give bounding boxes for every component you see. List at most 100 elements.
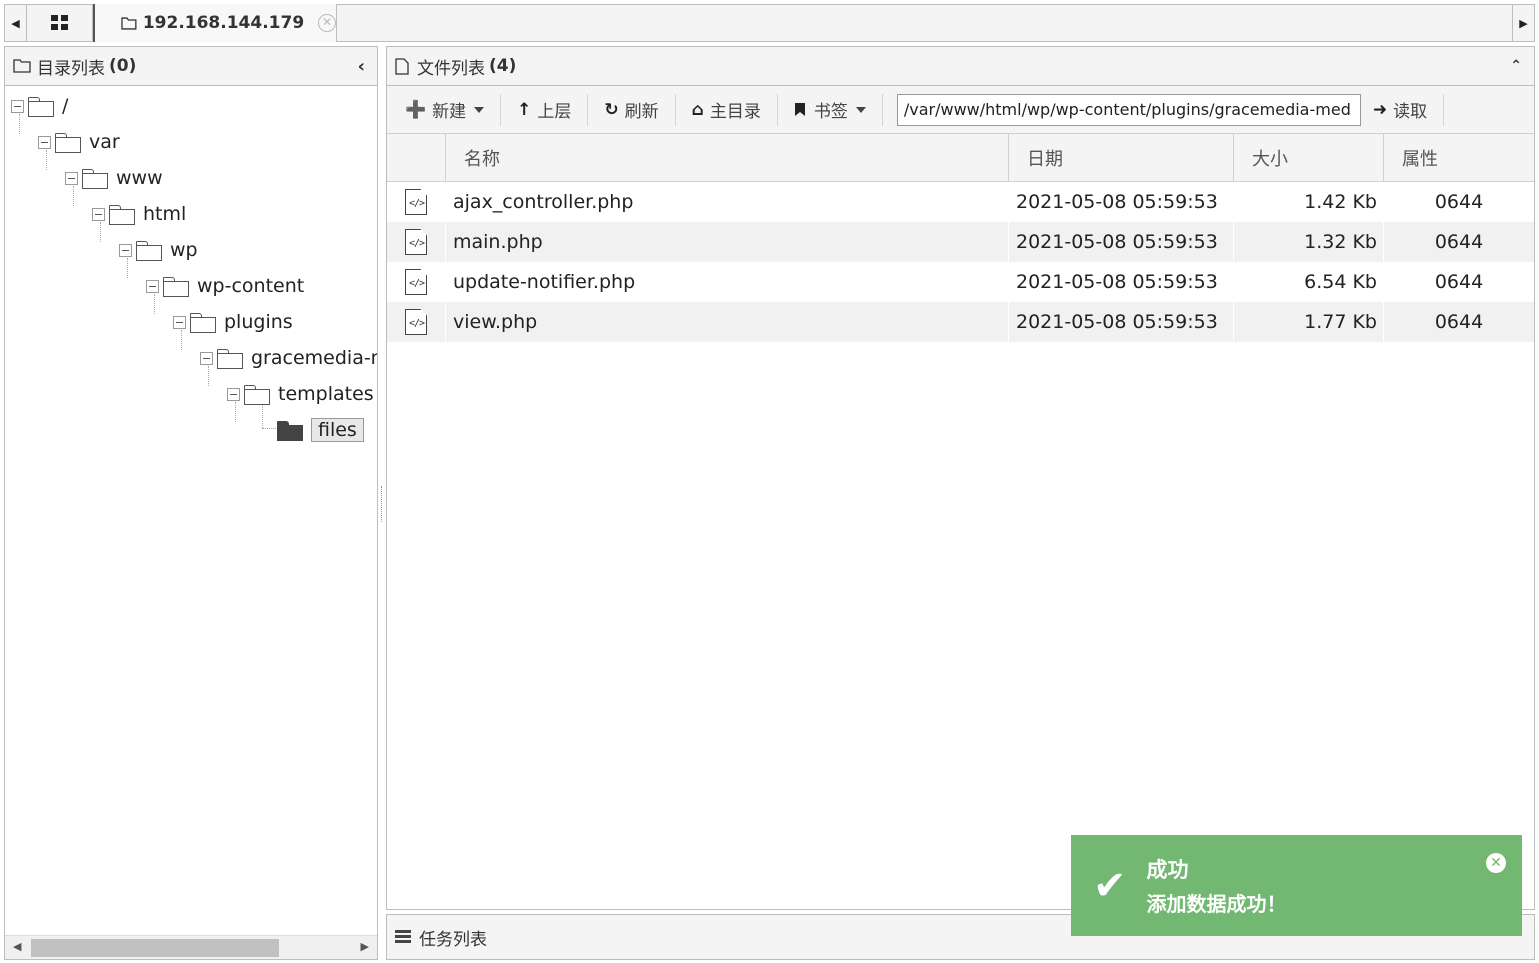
table-row[interactable]: </> update-notifier.php 2021-05-08 05:59… [387, 262, 1534, 302]
directory-count: (0) [109, 56, 137, 76]
file-size: 1.32 Kb [1234, 222, 1384, 262]
code-file-icon: </> [387, 262, 446, 302]
refresh-button[interactable]: ↻ 刷新 [592, 93, 670, 127]
tree-node-label: www [116, 167, 163, 189]
tab-connection[interactable]: 192.168.144.179 ✕ [93, 4, 337, 42]
tree-node-templates[interactable]: templates [227, 380, 374, 408]
tree-node-label: plugins [224, 311, 293, 333]
directory-panel-title: 目录列表 [37, 58, 105, 79]
tree-node-label: gracemedia-m [251, 347, 377, 369]
tab-scroll-right-button[interactable]: ▶ [1512, 5, 1534, 41]
close-icon[interactable]: ✕ [318, 14, 336, 32]
tree-node-label: wp [170, 239, 198, 261]
directory-panel-header: 目录列表 (0) ‹ [5, 47, 377, 86]
home-dir-button-label: 主目录 [709, 102, 761, 122]
refresh-button-label: 刷新 [624, 102, 659, 122]
tree-node-label: / [62, 95, 69, 117]
folder-icon [28, 97, 54, 117]
task-panel-title: 任务列表 [419, 929, 487, 950]
read-button[interactable]: ➜ 读取 [1361, 93, 1439, 127]
up-button[interactable]: ↑ 上层 [505, 93, 583, 127]
file-name: main.php [446, 222, 1009, 262]
new-button-label: 新建 [432, 102, 467, 122]
home-tab[interactable] [27, 5, 93, 41]
tree-node-label: templates [278, 383, 374, 405]
scroll-left-arrow-icon[interactable]: ◀ [13, 940, 21, 953]
file-name: update-notifier.php [446, 262, 1009, 302]
directory-tree: / var www html wp wp-content plugins gra… [5, 86, 377, 934]
table-row[interactable]: </> view.php 2021-05-08 05:59:53 1.77 Kb… [387, 302, 1534, 342]
code-file-icon: </> [387, 182, 446, 222]
toast-message: 添加数据成功！ [1146, 892, 1287, 916]
path-input[interactable] [896, 93, 1361, 126]
bookmark-icon [794, 103, 805, 116]
tree-node-www[interactable]: www [65, 164, 163, 192]
file-attr: 0644 [1434, 191, 1484, 213]
column-header-name[interactable]: 名称 [446, 134, 1009, 181]
collapse-toggle-icon[interactable] [92, 207, 105, 221]
task-list-icon [395, 930, 411, 944]
file-date: 2021-05-08 05:59:53 [1009, 302, 1234, 342]
file-panel: 文件列表 (4) ⌃ ➕ 新建 ↑ 上层 ↻ 刷新 ⌂ 主目录 书签 /var/… [386, 46, 1535, 910]
file-name: view.php [446, 302, 1009, 342]
collapse-toggle-icon[interactable] [38, 135, 51, 149]
column-header-attr[interactable]: 属性 [1384, 134, 1534, 181]
table-row[interactable]: </> ajax_controller.php 2021-05-08 05:59… [387, 182, 1534, 222]
file-toolbar: ➕ 新建 ↑ 上层 ↻ 刷新 ⌂ 主目录 书签 ➜ [387, 86, 1534, 134]
scroll-right-arrow-icon[interactable]: ▶ [361, 940, 369, 953]
collapse-toggle-icon[interactable] [173, 315, 186, 329]
column-header-date[interactable]: 日期 [1009, 134, 1234, 181]
caret-down-icon [474, 106, 485, 113]
caret-down-icon [855, 106, 866, 113]
file-date: 2021-05-08 05:59:53 [1009, 182, 1234, 222]
code-file-icon: </> [387, 302, 446, 342]
chevron-up-icon[interactable]: ⌃ [1510, 58, 1522, 74]
tree-node-files[interactable]: files [277, 416, 364, 444]
tab-bar: ◀ 192.168.144.179 ✕ ▶ [4, 4, 1535, 42]
folder-icon [217, 349, 243, 369]
file-date: 2021-05-08 05:59:53 [1009, 262, 1234, 302]
chevron-left-icon[interactable]: ‹ [358, 56, 365, 77]
toast-title: 成功 [1146, 858, 1189, 882]
tree-node-plugins[interactable]: plugins [173, 308, 293, 336]
horizontal-scrollbar[interactable]: ◀ ▶ [5, 935, 377, 959]
bookmark-button[interactable]: 书签 [782, 93, 878, 127]
file-size: 1.77 Kb [1234, 302, 1384, 342]
collapse-toggle-icon[interactable] [227, 387, 240, 401]
close-icon[interactable]: ✕ [1486, 853, 1506, 873]
tree-node-root[interactable]: / [11, 92, 68, 120]
column-header-icon [387, 134, 446, 181]
folder-icon [244, 385, 270, 405]
tree-node-html[interactable]: html [92, 200, 186, 228]
tree-node-gracemedia[interactable]: gracemedia-m [200, 344, 377, 372]
file-size: 1.42 Kb [1234, 182, 1384, 222]
panel-splitter[interactable] [378, 46, 386, 960]
folder-icon [82, 169, 108, 189]
scrollbar-thumb[interactable] [31, 939, 279, 957]
tree-node-var[interactable]: var [38, 128, 120, 156]
collapse-toggle-icon[interactable] [119, 243, 132, 257]
collapse-toggle-icon[interactable] [200, 351, 213, 365]
folder-icon [121, 16, 137, 30]
file-grid-header: 名称 日期 大小 属性 [387, 134, 1534, 182]
home-dir-button[interactable]: ⌂ 主目录 [680, 93, 773, 127]
tab-scroll-left-button[interactable]: ◀ [5, 5, 27, 41]
file-count: (4) [489, 56, 517, 76]
folder-icon [13, 59, 31, 73]
file-size: 6.54 Kb [1234, 262, 1384, 302]
column-header-size[interactable]: 大小 [1234, 134, 1384, 181]
folder-icon [136, 241, 162, 261]
table-row[interactable]: </> main.php 2021-05-08 05:59:53 1.32 Kb… [387, 222, 1534, 262]
plus-circle-icon: ➕ [405, 99, 427, 120]
tree-node-wp-content[interactable]: wp-content [146, 272, 304, 300]
collapse-toggle-icon[interactable] [11, 99, 24, 113]
bookmark-button-label: 书签 [813, 102, 848, 122]
file-grid-body: </> ajax_controller.php 2021-05-08 05:59… [387, 182, 1534, 342]
up-button-label: 上层 [537, 102, 572, 122]
tree-node-wp[interactable]: wp [119, 236, 198, 264]
collapse-toggle-icon[interactable] [146, 279, 159, 293]
collapse-toggle-icon[interactable] [65, 171, 78, 185]
new-button[interactable]: ➕ 新建 [393, 93, 496, 127]
tree-node-label: var [89, 131, 120, 153]
file-attr: 0644 [1434, 311, 1484, 333]
